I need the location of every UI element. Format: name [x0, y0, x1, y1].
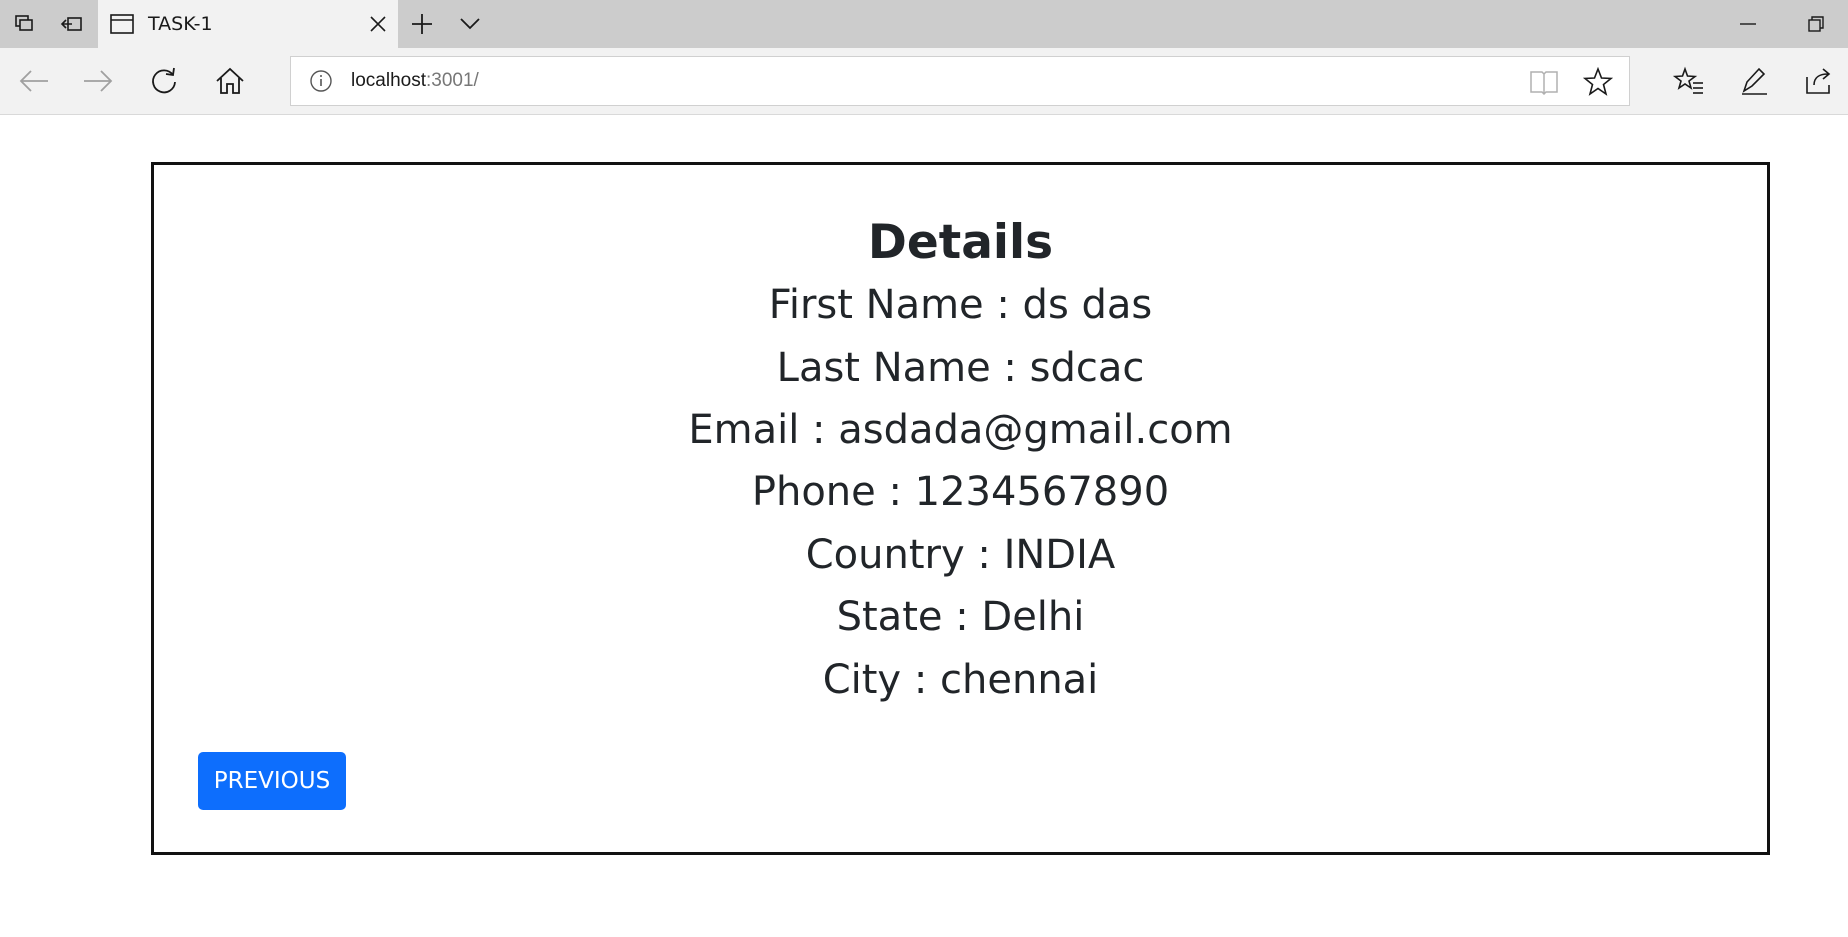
tabs-aside-icon[interactable] [0, 0, 48, 48]
state-line: State : Delhi [836, 594, 1085, 640]
tab-bar: TASK-1 [0, 0, 1848, 48]
email-line: Email : asdada@gmail.com [688, 407, 1233, 453]
navigation-bar: localhost:3001/ [0, 48, 1848, 115]
home-icon[interactable] [206, 58, 254, 104]
close-icon[interactable] [366, 12, 390, 36]
star-icon[interactable] [1583, 67, 1613, 97]
share-icon[interactable] [1795, 58, 1843, 104]
url-text[interactable]: localhost:3001/ [351, 70, 479, 92]
previous-button[interactable]: PREVIOUS [198, 752, 346, 810]
address-bar[interactable]: localhost:3001/ [290, 56, 1630, 106]
restore-icon[interactable] [1792, 0, 1840, 48]
minimize-icon[interactable] [1724, 0, 1772, 48]
city-line: City : chennai [822, 657, 1099, 703]
page-icon [110, 14, 134, 34]
page-title: Details [867, 215, 1054, 270]
reading-view-icon[interactable] [1529, 69, 1559, 95]
refresh-icon[interactable] [140, 58, 188, 104]
last-name-line: Last Name : sdcac [776, 345, 1145, 391]
url-host: localhost [351, 70, 426, 91]
phone-line: Phone : 1234567890 [751, 469, 1170, 515]
country-line: Country : INDIA [805, 532, 1116, 578]
first-name-line: First Name : ds das [768, 282, 1153, 328]
set-aside-icon[interactable] [48, 0, 96, 48]
tab-title: TASK-1 [148, 13, 213, 35]
chevron-down-icon[interactable] [446, 0, 494, 48]
pen-icon[interactable] [1730, 58, 1778, 104]
url-port: :3001/ [426, 70, 479, 91]
details-card: Details First Name : ds das Last Name : … [151, 162, 1770, 855]
back-arrow-icon[interactable] [10, 58, 58, 104]
tab-task-1[interactable]: TASK-1 [98, 0, 398, 48]
favorites-icon[interactable] [1665, 58, 1713, 104]
forward-arrow-icon[interactable] [74, 58, 122, 104]
plus-icon[interactable] [398, 0, 446, 48]
info-icon[interactable] [309, 69, 333, 93]
